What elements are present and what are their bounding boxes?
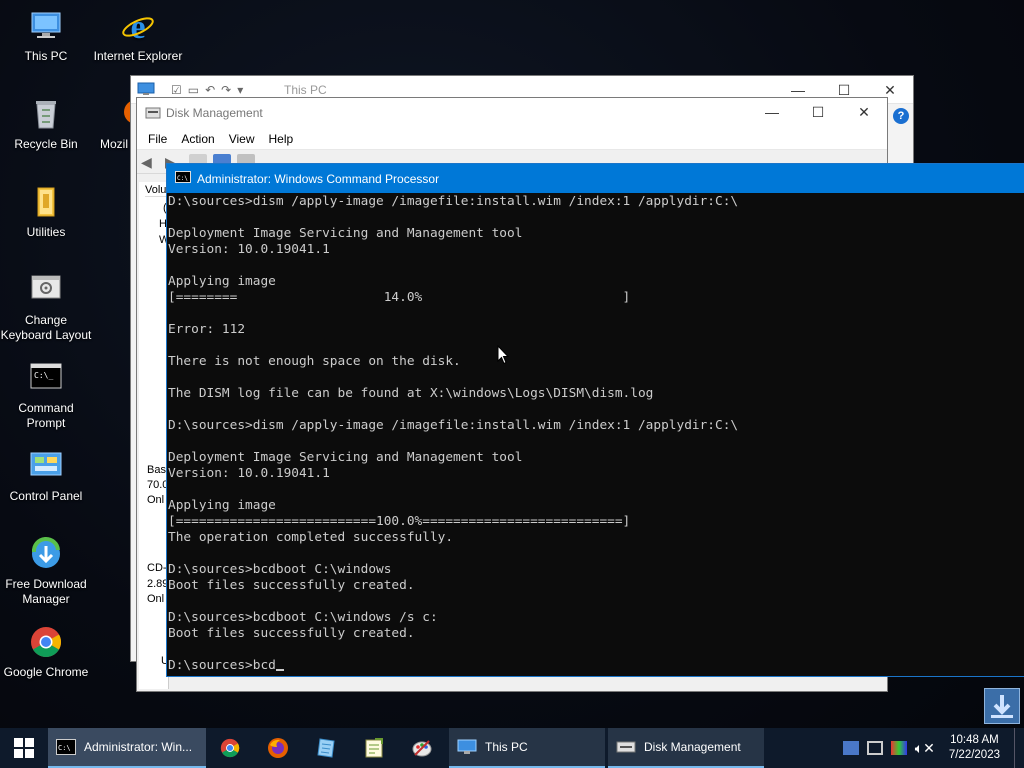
disk-management-titlebar[interactable]: Disk Management — ☐ ✕: [137, 98, 887, 128]
minimize-button[interactable]: —: [749, 98, 795, 126]
windows-logo-icon: [14, 738, 34, 758]
cdrom-status: Onl: [147, 593, 165, 605]
display-settings-icon[interactable]: [890, 741, 907, 755]
svg-text:C:\: C:\: [58, 744, 71, 752]
disk-management-icon: [145, 106, 161, 123]
clock-date: 7/22/2023: [948, 749, 1000, 761]
language-icon[interactable]: [842, 741, 859, 755]
clock[interactable]: 10:48 AM 7/22/2023: [943, 733, 1006, 763]
taskbar-app-label: This PC: [485, 740, 528, 754]
svg-text:C:\_: C:\_: [34, 371, 53, 380]
disk-0-status: Onl: [147, 494, 165, 506]
mouse-cursor-icon: [497, 344, 510, 368]
maximize-button[interactable]: ☐: [795, 98, 841, 126]
desktop-icon-internet-explorer[interactable]: e Internet Explorer: [92, 8, 184, 64]
back-arrow-icon[interactable]: ◀: [141, 154, 159, 170]
desktop-icon-mozilla[interactable]: Mozil: [76, 96, 148, 152]
desktop-icon-label: Command Prompt: [18, 401, 74, 430]
internet-explorer-icon: e: [120, 8, 156, 46]
command-prompt-icon: C:\_: [28, 360, 64, 396]
desktop-icon-command-prompt[interactable]: C:\_ Command Prompt: [0, 360, 92, 431]
firefox-icon: [268, 738, 288, 758]
taskbar-app-disk-management[interactable]: Disk Management: [608, 728, 764, 768]
menu-view[interactable]: View: [222, 132, 262, 146]
menu-file[interactable]: File: [141, 132, 174, 146]
desktop-icon-label: Control Panel: [9, 489, 83, 503]
menu-bar: File Action View Help: [137, 128, 887, 150]
text-cursor: [275, 669, 284, 671]
svg-text:e: e: [130, 9, 145, 44]
desktop-icon-change-keyboard-layout[interactable]: Change Keyboard Layout: [0, 272, 92, 343]
control-panel-icon: [28, 448, 64, 484]
command-prompt-window[interactable]: C:\ Administrator: Windows Command Proce…: [166, 163, 1024, 677]
taskbar: C:\ Administrator: Win... This PC Disk M…: [0, 728, 1024, 768]
taskbar-app-label: Disk Management: [644, 740, 741, 754]
chrome-icon: [220, 738, 240, 758]
desktop-icon-label: Free Download Manager: [5, 577, 87, 606]
desktop-icon-google-chrome[interactable]: Google Chrome: [0, 624, 92, 680]
computer-icon: [457, 739, 477, 754]
notepad-icon: [317, 738, 335, 758]
settings-window-icon: [28, 272, 64, 308]
clock-time: 10:48 AM: [950, 734, 999, 746]
system-tray: 🔈︎✕ 10:48 AM 7/22/2023: [842, 728, 1024, 768]
desktop-icon-label: Change Keyboard Layout: [0, 313, 92, 342]
menu-action[interactable]: Action: [174, 132, 221, 146]
command-prompt-icon: C:\: [175, 171, 191, 186]
download-widget-icon[interactable]: [984, 688, 1020, 724]
folder-icon: [28, 184, 64, 220]
menu-help[interactable]: Help: [262, 132, 301, 146]
network-icon[interactable]: [866, 741, 883, 755]
taskbar-app-this-pc[interactable]: This PC: [449, 728, 605, 768]
window-title: Disk Management: [166, 106, 263, 120]
close-button[interactable]: ✕: [841, 98, 887, 126]
taskbar-app-command-prompt[interactable]: C:\ Administrator: Win...: [48, 728, 206, 768]
quick-access-toolbar[interactable]: ☑▭↶↷▾: [171, 83, 249, 97]
taskbar-pin-notepad[interactable]: [302, 728, 350, 768]
recycle-bin-icon: [28, 96, 64, 132]
taskbar-app-label: Administrator: Win...: [84, 740, 193, 754]
svg-text:C:\: C:\: [177, 175, 188, 182]
desktop-icon-this-pc[interactable]: This PC: [0, 8, 92, 64]
taskbar-pin-paint[interactable]: [398, 728, 446, 768]
volume-list-pane[interactable]: Volu ( H W Basi 70.0 Onl CD- 2.89 Onl U: [139, 182, 169, 689]
desktop-icon-label: Utilities: [26, 225, 66, 239]
download-manager-icon: [28, 536, 64, 572]
command-prompt-icon: C:\: [56, 739, 76, 755]
disk-management-icon: [616, 741, 636, 753]
computer-icon: [28, 8, 64, 44]
help-icon[interactable]: ?: [893, 108, 909, 124]
desktop-icon-utilities[interactable]: Utilities: [0, 184, 92, 240]
start-button[interactable]: [0, 728, 48, 768]
command-prompt-titlebar[interactable]: C:\ Administrator: Windows Command Proce…: [167, 164, 1024, 193]
text-editor-icon: [365, 738, 383, 758]
window-title: This PC: [284, 83, 327, 97]
window-title: Administrator: Windows Command Processor: [197, 171, 440, 186]
desktop-icon-label: Google Chrome: [3, 665, 89, 679]
taskbar-pin-chrome[interactable]: [206, 728, 254, 768]
desktop-icon-control-panel[interactable]: Control Panel: [0, 448, 92, 504]
volume-muted-icon[interactable]: 🔈︎✕: [915, 740, 935, 757]
paint-icon: [412, 740, 432, 757]
taskbar-pin-firefox[interactable]: [254, 728, 302, 768]
console-text: D:\sources>dism /apply-image /imagefile:…: [168, 194, 739, 673]
column-header-volume[interactable]: Volu: [145, 184, 167, 197]
desktop-icon-label: This PC: [24, 49, 68, 63]
desktop-icon-label: Internet Explorer: [93, 49, 183, 63]
desktop-icon-free-download-manager[interactable]: Free Download Manager: [0, 536, 92, 607]
console-output[interactable]: D:\sources>dism /apply-image /imagefile:…: [168, 193, 1024, 676]
show-desktop-button[interactable]: [1014, 728, 1018, 768]
cdrom-type: CD-: [147, 562, 167, 574]
taskbar-pin-editor[interactable]: [350, 728, 398, 768]
chrome-icon: [28, 624, 64, 660]
